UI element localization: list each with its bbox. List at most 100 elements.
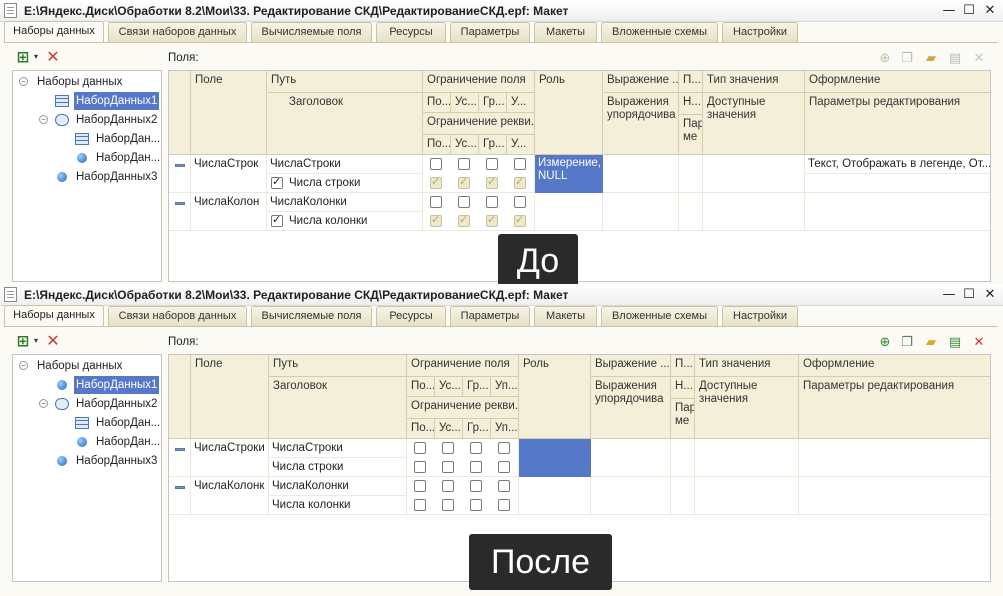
tree-item-subset2[interactable]: НаборДан... <box>13 433 161 451</box>
tab-parameters[interactable]: Параметры <box>450 306 530 326</box>
cell-title[interactable]: Числа колонки <box>269 496 407 515</box>
column-header-available-values[interactable]: Доступные значения <box>695 377 799 439</box>
tab-settings[interactable]: Настройки <box>722 22 798 42</box>
tree-item-dataset1[interactable]: НаборДанных1 <box>13 376 161 394</box>
cell-p[interactable] <box>679 193 703 231</box>
tab-layouts[interactable]: Макеты <box>534 306 597 326</box>
collapse-icon[interactable]: − <box>19 77 28 86</box>
restrict-checkbox[interactable] <box>442 480 454 492</box>
tab-datasets[interactable]: Наборы данных <box>4 305 104 327</box>
close-button[interactable]: ✕ <box>981 286 999 303</box>
delete-icon[interactable]: ✕ <box>970 334 988 352</box>
add-icon[interactable]: ⊞ <box>14 48 32 66</box>
tab-resources[interactable]: Ресурсы <box>376 22 446 42</box>
restrict-req-checkbox[interactable] <box>498 461 510 473</box>
column-header-p[interactable]: П... <box>671 355 695 377</box>
delete-icon[interactable]: ✕ <box>970 50 988 68</box>
column-header-rf[interactable]: По... <box>407 377 435 397</box>
cell-p[interactable] <box>671 477 695 515</box>
column-header-rf[interactable]: Ус... <box>435 377 463 397</box>
copy-icon[interactable]: ❐ <box>898 50 916 68</box>
cell-field[interactable]: ЧислаСтроки <box>191 439 269 477</box>
cell-field[interactable]: ЧислаСтрок <box>191 155 267 193</box>
column-header-restrict-req[interactable]: Ограничение рекви... <box>407 397 519 419</box>
add-folder-icon[interactable]: ▰ <box>922 334 940 352</box>
restrict-checkbox[interactable] <box>514 158 526 170</box>
column-header-edit-params[interactable]: Параметры редактирования <box>799 377 990 439</box>
cell-format[interactable] <box>799 439 990 477</box>
table-icon[interactable]: ▤ <box>946 334 964 352</box>
column-header-value-type[interactable]: Тип значения <box>703 71 805 93</box>
column-header-rr[interactable]: Уп... <box>491 419 519 439</box>
cell-title[interactable]: Числа строки <box>269 458 407 477</box>
collapse-icon[interactable]: − <box>39 399 48 408</box>
restrict-req-checkbox[interactable] <box>498 499 510 511</box>
collapse-icon[interactable]: − <box>39 115 48 124</box>
cell-expression[interactable] <box>591 477 671 515</box>
tab-nested-schemas[interactable]: Вложенные схемы <box>601 22 718 42</box>
restrict-checkbox[interactable] <box>498 442 510 454</box>
tree-item-dataset3[interactable]: НаборДанных3 <box>13 452 161 470</box>
tree-item-dataset2[interactable]: − НаборДанных2 <box>13 111 161 129</box>
column-header-h[interactable]: Н... <box>671 377 695 399</box>
column-header-rr[interactable]: По... <box>407 419 435 439</box>
column-header-order-expr[interactable]: Выражения упорядочива <box>591 377 671 439</box>
close-button[interactable]: ✕ <box>981 2 999 19</box>
restrict-req-checkbox[interactable] <box>442 499 454 511</box>
add-icon[interactable]: ⊞ <box>14 332 32 350</box>
column-header-role[interactable]: Роль <box>535 71 603 155</box>
column-header-available-values[interactable]: Доступные значения <box>703 93 805 155</box>
restrict-checkbox[interactable] <box>414 480 426 492</box>
minimize-button[interactable]: — <box>940 2 958 19</box>
title-checkbox[interactable] <box>271 175 283 189</box>
cell-path[interactable]: ЧислаКолонки <box>269 477 407 496</box>
cell-format[interactable] <box>799 477 990 515</box>
tab-nested-schemas[interactable]: Вложенные схемы <box>601 306 718 326</box>
cell-expression[interactable] <box>603 193 679 231</box>
cell-p[interactable] <box>679 155 703 193</box>
column-header-rf[interactable]: Гр... <box>479 93 507 113</box>
cell-expression[interactable] <box>603 155 679 193</box>
cell-role[interactable] <box>519 477 591 515</box>
column-header-expression[interactable]: Выражение ... <box>591 355 671 377</box>
restrict-checkbox[interactable] <box>458 158 470 170</box>
column-header-restrict-req[interactable]: Ограничение рекви... <box>423 113 535 135</box>
restrict-checkbox[interactable] <box>458 196 470 208</box>
cell-title[interactable]: Числа строки <box>267 174 423 193</box>
column-header-path[interactable]: Путь <box>267 71 423 93</box>
chevron-down-icon[interactable]: ▾ <box>32 332 40 350</box>
tab-layouts[interactable]: Макеты <box>534 22 597 42</box>
cell-field[interactable]: ЧислаКолонк <box>191 477 269 515</box>
restrict-req-checkbox[interactable] <box>470 499 482 511</box>
column-header-rf[interactable]: У... <box>507 93 535 113</box>
column-header-h[interactable]: Н... <box>679 93 703 115</box>
column-header-title[interactable]: Заголовок <box>267 93 423 155</box>
column-header-edit-params[interactable]: Параметры редактирования <box>805 93 990 155</box>
tree-item-subset2[interactable]: НаборДан... <box>13 149 161 167</box>
tab-parameters[interactable]: Параметры <box>450 22 530 42</box>
column-header-rf[interactable]: Гр... <box>463 377 491 397</box>
cell-value-type[interactable] <box>695 439 799 477</box>
restrict-checkbox[interactable] <box>486 196 498 208</box>
restrict-req-checkbox[interactable] <box>442 461 454 473</box>
cell-p[interactable] <box>671 439 695 477</box>
cell-path[interactable]: ЧислаСтроки <box>267 155 423 174</box>
column-header-field[interactable]: Поле <box>191 71 267 155</box>
column-header-format[interactable]: Оформление <box>805 71 990 93</box>
add-field-icon[interactable]: ⊕ <box>876 334 894 352</box>
restrict-checkbox[interactable] <box>442 442 454 454</box>
cell-format[interactable]: Текст, Отображать в легенде, От... <box>805 155 990 174</box>
restrict-checkbox[interactable] <box>470 480 482 492</box>
column-header-role[interactable]: Роль <box>519 355 591 439</box>
title-checkbox[interactable] <box>271 213 283 227</box>
collapse-icon[interactable]: − <box>19 361 28 370</box>
column-header-rr[interactable]: Ус... <box>435 419 463 439</box>
tree-item-root[interactable]: − Наборы данных <box>13 73 161 91</box>
cell-field[interactable]: ЧислаКолон <box>191 193 267 231</box>
restrict-req-checkbox[interactable] <box>414 499 426 511</box>
add-folder-icon[interactable]: ▰ <box>922 50 940 68</box>
column-header-rf[interactable]: По... <box>423 93 451 113</box>
column-header-rf[interactable]: Уп... <box>491 377 519 397</box>
column-header-expression[interactable]: Выражение ... <box>603 71 679 93</box>
column-header-rr[interactable]: Ус... <box>451 135 479 155</box>
